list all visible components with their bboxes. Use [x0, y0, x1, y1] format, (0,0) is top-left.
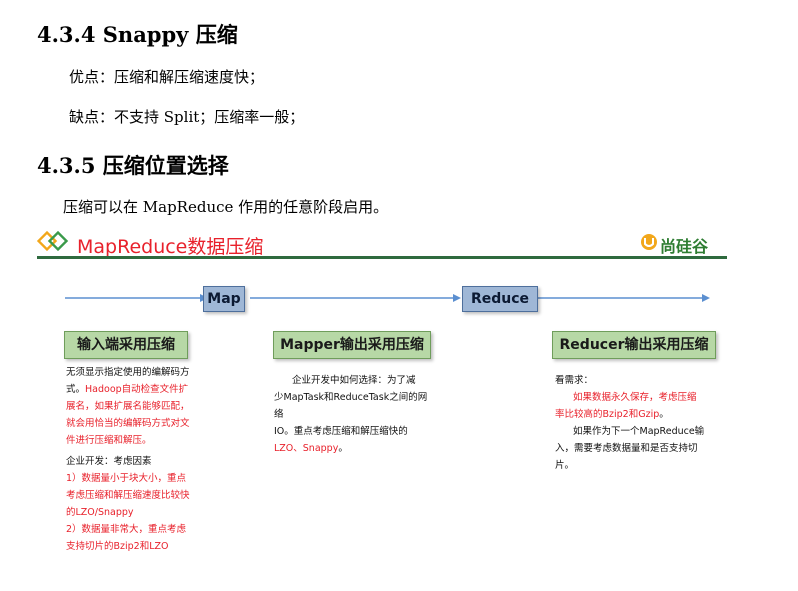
intro-line: 压缩可以在 MapReduce 作用的任意阶段启用。 — [63, 198, 389, 216]
banner-title: MapReduce数据压缩 — [77, 236, 264, 258]
flow-arrow — [65, 294, 710, 302]
input-compression-header: 输入端采用压缩 — [64, 331, 188, 359]
mapper-compression-header: Mapper输出采用压缩 — [273, 331, 431, 359]
mapper-compression-text: 企业开发中如何选择：为了减 少MapTask和ReduceTask之间的网络 I… — [274, 375, 428, 454]
brand-logo-icon — [640, 233, 658, 251]
section-heading-434: 4.3.4 Snappy 压缩 — [37, 22, 238, 47]
section-heading-435: 4.3.5 压缩位置选择 — [37, 153, 229, 178]
stage-reduce: Reduce — [462, 286, 538, 312]
stage-map: Map — [203, 286, 245, 312]
reducer-compression-header: Reducer输出采用压缩 — [552, 331, 716, 359]
pros-line: 优点：压缩和解压缩速度快； — [69, 68, 265, 86]
banner-rule — [37, 256, 727, 259]
diamond-logo-icon — [36, 226, 71, 258]
cons-line: 缺点：不支持 Split；压缩率一般； — [69, 108, 305, 126]
input-compression-text: 无须显示指定使用的编解码方 式。Hadoop自动检查文件扩 展名，如果扩展名能够… — [66, 367, 190, 552]
brand-name: 尚硅谷 — [660, 237, 709, 256]
reducer-compression-text: 看需求： 如果数据永久保存，考虑压缩 率比较高的Bzip2和Gzip。 如果作为… — [555, 375, 705, 471]
